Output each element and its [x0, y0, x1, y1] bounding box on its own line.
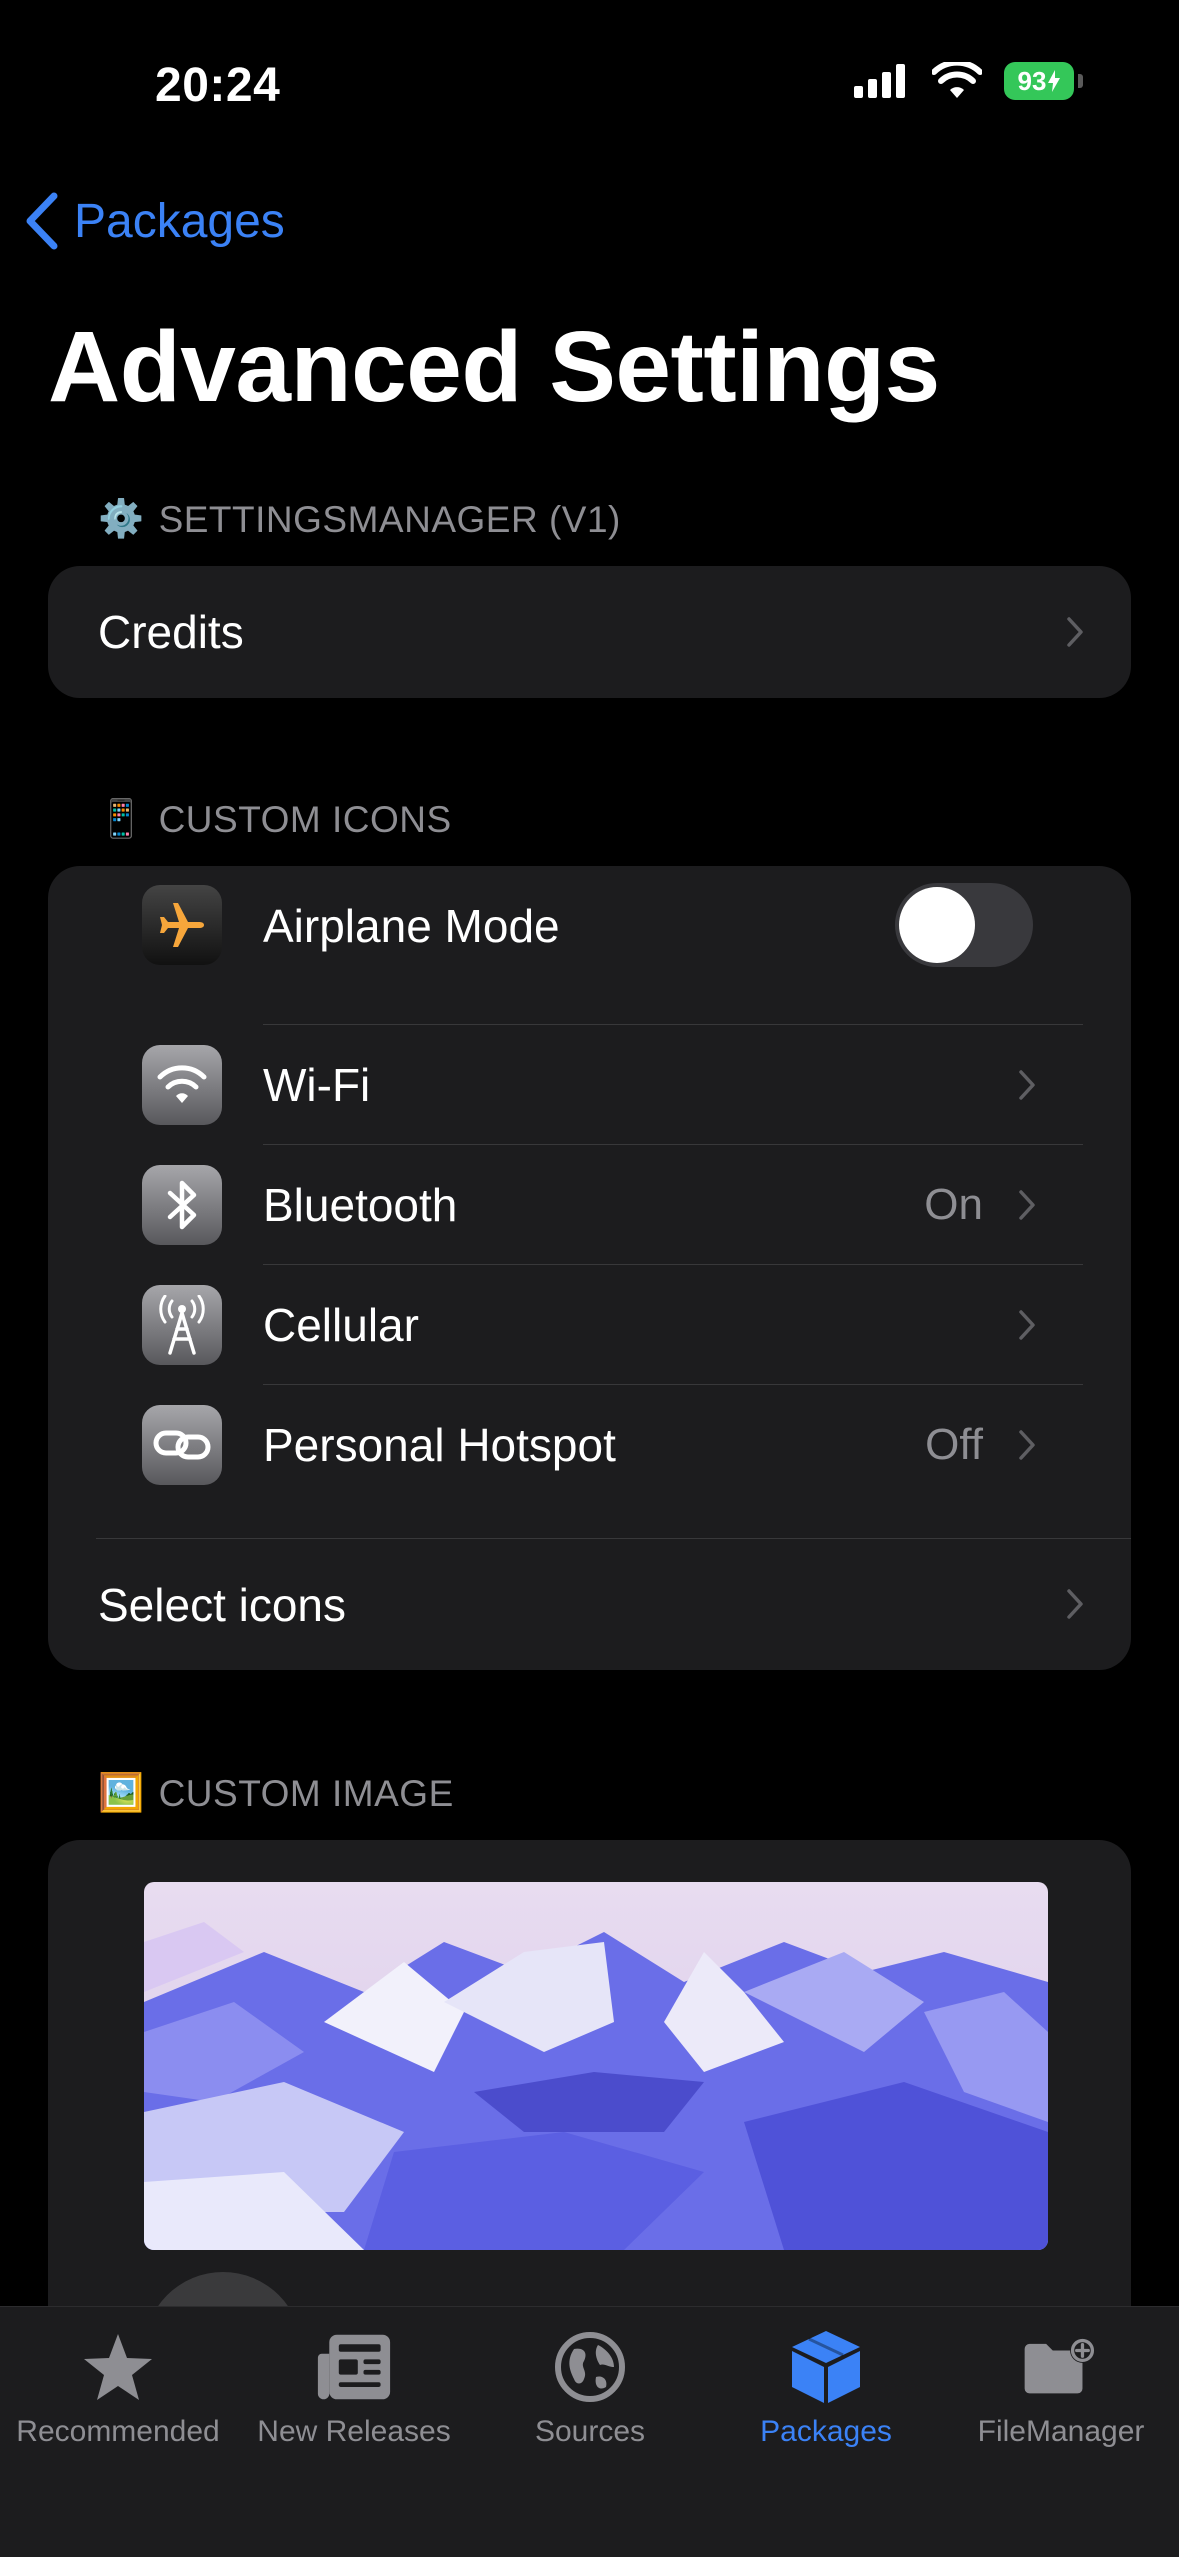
cellular-label: Cellular — [263, 1298, 419, 1351]
cellular-row[interactable]: Cellular — [48, 1265, 1131, 1384]
battery-level: 93 — [1004, 62, 1074, 100]
gear-icon: ⚙️ — [98, 498, 145, 539]
tab-packages[interactable]: Packages — [708, 2307, 944, 2497]
chevron-right-icon — [1019, 1070, 1035, 1100]
section-header-custom-image: 🖼️ CUSTOM IMAGE — [98, 1772, 454, 1815]
tab-label: Recommended — [16, 2415, 220, 2448]
credits-row[interactable]: Credits — [48, 566, 1131, 698]
cellular-antenna-icon — [142, 1285, 222, 1365]
charging-bolt-icon — [1048, 70, 1061, 92]
bluetooth-label: Bluetooth — [263, 1178, 458, 1231]
bluetooth-value: On — [924, 1179, 983, 1229]
section-header-label: SETTINGSMANAGER (V1) — [158, 498, 621, 540]
section-header-settings-manager: ⚙️ SETTINGSMANAGER (V1) — [98, 498, 621, 541]
chevron-right-icon — [1019, 1430, 1035, 1460]
framed-picture-icon: 🖼️ — [98, 1772, 145, 1813]
tab-new-releases[interactable]: New Releases — [236, 2307, 472, 2497]
battery-indicator: 93 — [1004, 62, 1083, 100]
section-header-label: CUSTOM ICONS — [158, 798, 452, 840]
battery-percent: 93 — [1017, 65, 1047, 96]
settings-manager-group: Credits — [48, 566, 1131, 698]
status-time: 20:24 — [155, 59, 281, 112]
tab-file-manager[interactable]: FileManager — [943, 2307, 1179, 2497]
tab-label: Packages — [760, 2415, 892, 2448]
tab-label: FileManager — [977, 2415, 1145, 2448]
section-header-label: CUSTOM IMAGE — [158, 1772, 454, 1814]
select-icons-label: Select icons — [98, 1578, 347, 1631]
tab-label: Sources — [534, 2415, 646, 2448]
section-header-custom-icons: 📱 CUSTOM ICONS — [98, 798, 452, 841]
tab-bar: Recommended New Releases Sources Package… — [0, 2306, 1179, 2557]
back-button[interactable]: Packages — [24, 192, 285, 250]
phone-icon: 📱 — [98, 798, 145, 839]
airplane-mode-toggle[interactable] — [895, 883, 1033, 967]
wifi-label: Wi-Fi — [263, 1058, 371, 1111]
tab-sources[interactable]: Sources — [472, 2307, 708, 2497]
custom-icons-group: Airplane Mode Wi-Fi Bluetooth On Cellula… — [48, 866, 1131, 1670]
airplane-mode-label: Airplane Mode — [263, 899, 560, 952]
package-box-icon — [788, 2329, 864, 2405]
wifi-status-icon — [932, 62, 982, 98]
tab-label: New Releases — [257, 2415, 451, 2448]
hotspot-link-icon — [142, 1405, 222, 1485]
page-title: Advanced Settings — [48, 311, 940, 423]
custom-image-group — [48, 1840, 1131, 2360]
chevron-right-icon — [1067, 1589, 1083, 1619]
status-bar: 20:24 93 — [0, 0, 1179, 170]
select-icons-row[interactable]: Select icons — [48, 1539, 1131, 1670]
chevron-left-icon — [26, 192, 58, 250]
battery-tip — [1078, 74, 1083, 88]
chevron-right-icon — [1067, 617, 1083, 647]
personal-hotspot-label: Personal Hotspot — [263, 1418, 616, 1471]
bluetooth-row[interactable]: Bluetooth On — [48, 1145, 1131, 1264]
toggle-knob — [899, 887, 975, 963]
cellular-signal-icon — [854, 64, 905, 98]
tab-recommended[interactable]: Recommended — [0, 2307, 236, 2497]
wifi-row[interactable]: Wi-Fi — [48, 1025, 1131, 1144]
personal-hotspot-value: Off — [925, 1419, 983, 1469]
folder-add-icon — [1023, 2329, 1099, 2405]
airplane-icon — [142, 885, 222, 965]
wifi-icon — [142, 1045, 222, 1125]
credits-label: Credits — [98, 606, 244, 658]
star-icon — [80, 2329, 156, 2405]
globe-icon — [552, 2329, 628, 2405]
chevron-right-icon — [1019, 1190, 1035, 1220]
status-icons: 93 — [854, 62, 1083, 100]
chevron-right-icon — [1019, 1310, 1035, 1340]
personal-hotspot-row[interactable]: Personal Hotspot Off — [48, 1385, 1131, 1504]
back-label: Packages — [74, 194, 285, 248]
newspaper-icon — [316, 2329, 392, 2405]
airplane-mode-row: Airplane Mode — [48, 866, 1131, 985]
custom-image-preview[interactable] — [144, 1882, 1048, 2250]
bluetooth-icon — [142, 1165, 222, 1245]
